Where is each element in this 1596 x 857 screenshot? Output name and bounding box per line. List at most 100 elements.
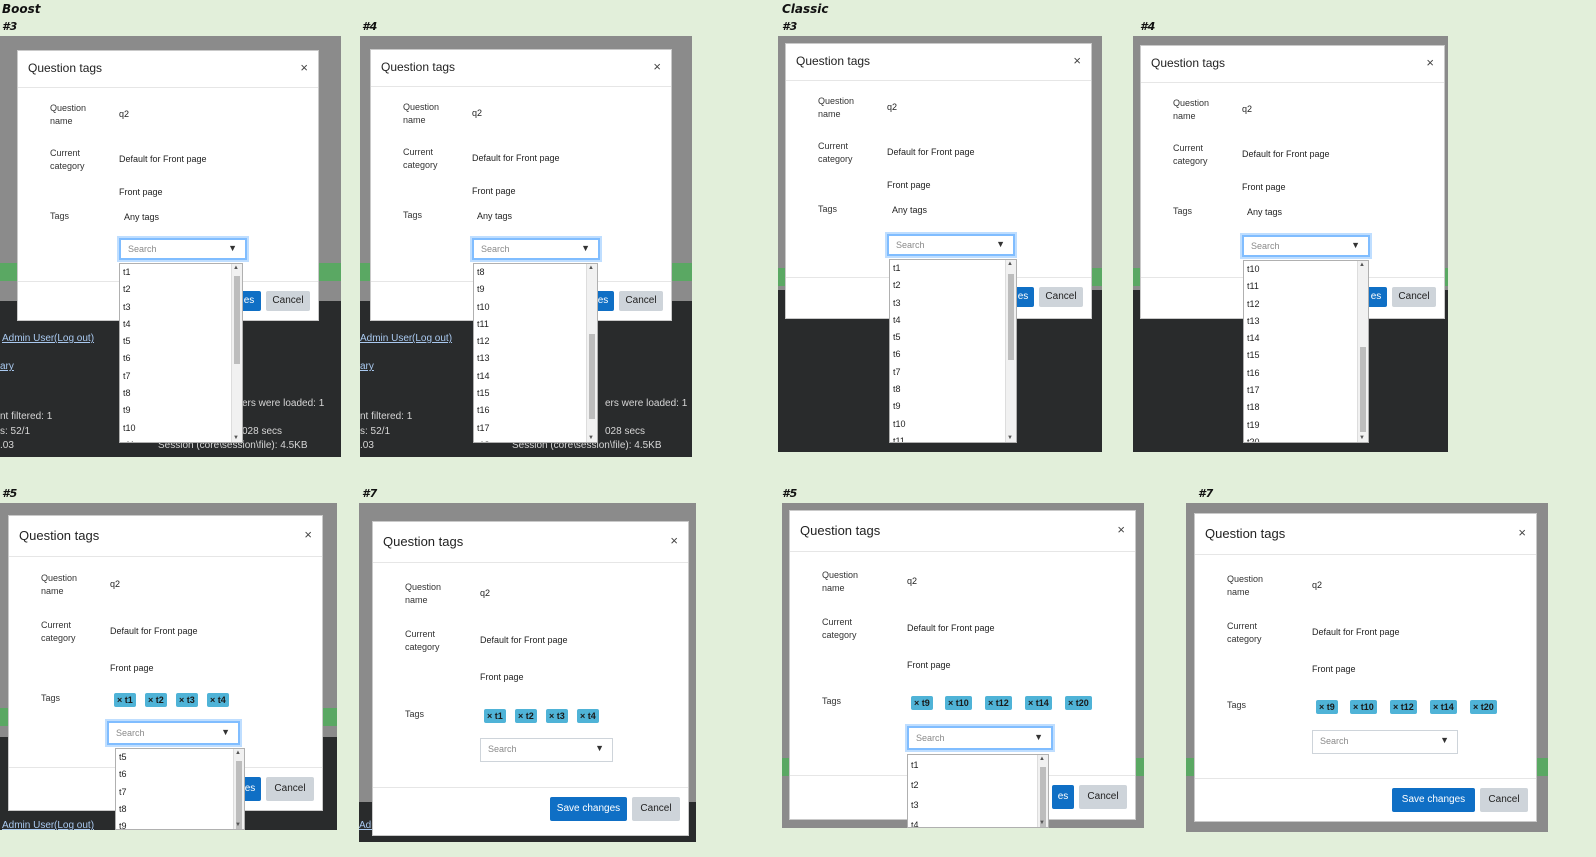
- close-button[interactable]: ×: [670, 533, 678, 548]
- scroll-down-icon[interactable]: ▼: [233, 435, 239, 441]
- list-item[interactable]: t6: [123, 350, 136, 367]
- selected-tag[interactable]: × t14: [1025, 696, 1052, 710]
- list-item[interactable]: t10: [123, 420, 136, 437]
- list-item[interactable]: t9: [893, 398, 906, 415]
- list-item[interactable]: t5: [119, 749, 127, 766]
- list-item[interactable]: t7: [123, 368, 136, 385]
- list-item[interactable]: t12: [477, 333, 490, 350]
- selected-tag[interactable]: × t2: [515, 709, 537, 723]
- list-item[interactable]: t11: [477, 316, 490, 333]
- list-item[interactable]: t14: [1247, 330, 1260, 347]
- close-button[interactable]: ×: [653, 59, 661, 74]
- cancel-button[interactable]: Cancel: [1039, 287, 1083, 307]
- dropdown-caret-icon[interactable]: ▼: [221, 727, 230, 737]
- scroll-up-icon[interactable]: ▲: [233, 265, 239, 271]
- list-item[interactable]: t3: [893, 295, 906, 312]
- list-item[interactable]: t2: [911, 775, 919, 795]
- tag-search-input[interactable]: Search ▼: [887, 234, 1015, 256]
- list-item[interactable]: t15: [477, 385, 490, 402]
- list-item[interactable]: t15: [1247, 347, 1260, 364]
- list-item[interactable]: t9: [123, 402, 136, 419]
- scrollbar-thumb[interactable]: [1360, 347, 1366, 432]
- list-scrollbar[interactable]: ▲ ▼: [586, 264, 597, 442]
- list-item[interactable]: t7: [119, 784, 127, 801]
- list-item[interactable]: t4: [893, 312, 906, 329]
- list-item[interactable]: t16: [1247, 365, 1260, 382]
- list-item[interactable]: t11: [123, 437, 136, 442]
- scroll-up-icon[interactable]: ▲: [588, 265, 594, 271]
- selected-tag[interactable]: × t4: [577, 709, 599, 723]
- list-item[interactable]: t11: [1247, 278, 1260, 295]
- list-item[interactable]: t10: [893, 416, 906, 433]
- list-item[interactable]: t13: [1247, 313, 1260, 330]
- list-item[interactable]: t2: [893, 277, 906, 294]
- cancel-button[interactable]: Cancel: [1480, 788, 1528, 812]
- selected-tag[interactable]: × t3: [176, 693, 198, 707]
- scroll-up-icon[interactable]: ▲: [235, 750, 241, 756]
- scrollbar-thumb[interactable]: [1040, 767, 1046, 827]
- selected-tag[interactable]: × t3: [546, 709, 568, 723]
- scrollbar-thumb[interactable]: [236, 761, 242, 829]
- selected-tag[interactable]: × t20: [1470, 700, 1497, 714]
- selected-tag[interactable]: × t10: [945, 696, 972, 710]
- close-button[interactable]: ×: [1426, 55, 1434, 70]
- scroll-down-icon[interactable]: ▼: [1039, 820, 1045, 826]
- list-item[interactable]: t4: [911, 815, 919, 827]
- tag-search-input[interactable]: Search ▼: [480, 738, 613, 762]
- tag-search-input[interactable]: Search ▼: [907, 726, 1053, 750]
- dropdown-caret-icon[interactable]: ▼: [996, 239, 1005, 249]
- admin-user-link[interactable]: Admin User: [360, 333, 412, 344]
- list-item[interactable]: t7: [893, 364, 906, 381]
- scrollbar-thumb[interactable]: [1008, 274, 1014, 360]
- close-button[interactable]: ×: [304, 527, 312, 542]
- list-item[interactable]: t8: [119, 801, 127, 818]
- list-item[interactable]: t1: [911, 755, 919, 775]
- tag-options-list[interactable]: t10 t11 t12 t13 t14 t15 t16 t17 t18 t19 t20 ▲ ▼: [1243, 260, 1369, 443]
- dropdown-caret-icon[interactable]: ▼: [1351, 240, 1360, 250]
- selected-tag[interactable]: × t1: [484, 709, 506, 723]
- list-item[interactable]: t8: [893, 381, 906, 398]
- scrollbar-thumb[interactable]: [589, 334, 595, 419]
- scroll-down-icon[interactable]: ▼: [588, 435, 594, 441]
- scroll-down-icon[interactable]: ▼: [1359, 435, 1365, 441]
- list-item[interactable]: t20: [1247, 434, 1260, 442]
- tag-options-list[interactable]: t1 t2 t3 t4 ▲ ▼: [907, 754, 1049, 828]
- list-item[interactable]: t1: [893, 260, 906, 277]
- admin-user-link[interactable]: Admin User: [2, 820, 54, 830]
- list-item[interactable]: t17: [477, 420, 490, 437]
- list-item[interactable]: t9: [477, 281, 490, 298]
- save-changes-button[interactable]: Save changes: [550, 797, 627, 821]
- list-item[interactable]: t16: [477, 402, 490, 419]
- selected-tag[interactable]: × t4: [207, 693, 229, 707]
- background-link[interactable]: ary: [360, 361, 374, 372]
- close-button[interactable]: ×: [300, 60, 308, 75]
- scroll-up-icon[interactable]: ▲: [1359, 262, 1365, 268]
- list-item[interactable]: t14: [477, 368, 490, 385]
- list-item[interactable]: t18: [477, 437, 490, 442]
- selected-tag[interactable]: × t12: [1390, 700, 1417, 714]
- selected-tag[interactable]: × t12: [985, 696, 1012, 710]
- list-item[interactable]: t3: [911, 795, 919, 815]
- scroll-up-icon[interactable]: ▲: [1039, 756, 1045, 762]
- close-button[interactable]: ×: [1117, 522, 1125, 537]
- list-scrollbar[interactable]: ▲ ▼: [1037, 755, 1048, 827]
- list-scrollbar[interactable]: ▲ ▼: [231, 264, 242, 442]
- tag-search-input[interactable]: Search ▼: [1242, 235, 1370, 257]
- save-changes-button[interactable]: es: [1052, 785, 1074, 809]
- list-item[interactable]: t6: [119, 766, 127, 783]
- dropdown-caret-icon[interactable]: ▼: [1034, 732, 1043, 742]
- list-scrollbar[interactable]: ▲ ▼: [1005, 260, 1016, 442]
- cancel-button[interactable]: Cancel: [619, 291, 663, 311]
- dropdown-caret-icon[interactable]: ▼: [595, 743, 604, 753]
- list-item[interactable]: t10: [477, 299, 490, 316]
- cancel-button[interactable]: Cancel: [1079, 785, 1127, 809]
- tag-options-list[interactable]: t1t2t3t4t5t6t7t8t9t10t11▲▼: [119, 263, 243, 443]
- list-item[interactable]: t8: [477, 264, 490, 281]
- list-item[interactable]: t9: [119, 818, 127, 829]
- cancel-button[interactable]: Cancel: [632, 797, 680, 821]
- list-item[interactable]: t8: [123, 385, 136, 402]
- scroll-up-icon[interactable]: ▲: [1007, 261, 1013, 267]
- selected-tag[interactable]: × t9: [911, 696, 933, 710]
- cancel-button[interactable]: Cancel: [266, 291, 310, 311]
- selected-tag[interactable]: × t14: [1430, 700, 1457, 714]
